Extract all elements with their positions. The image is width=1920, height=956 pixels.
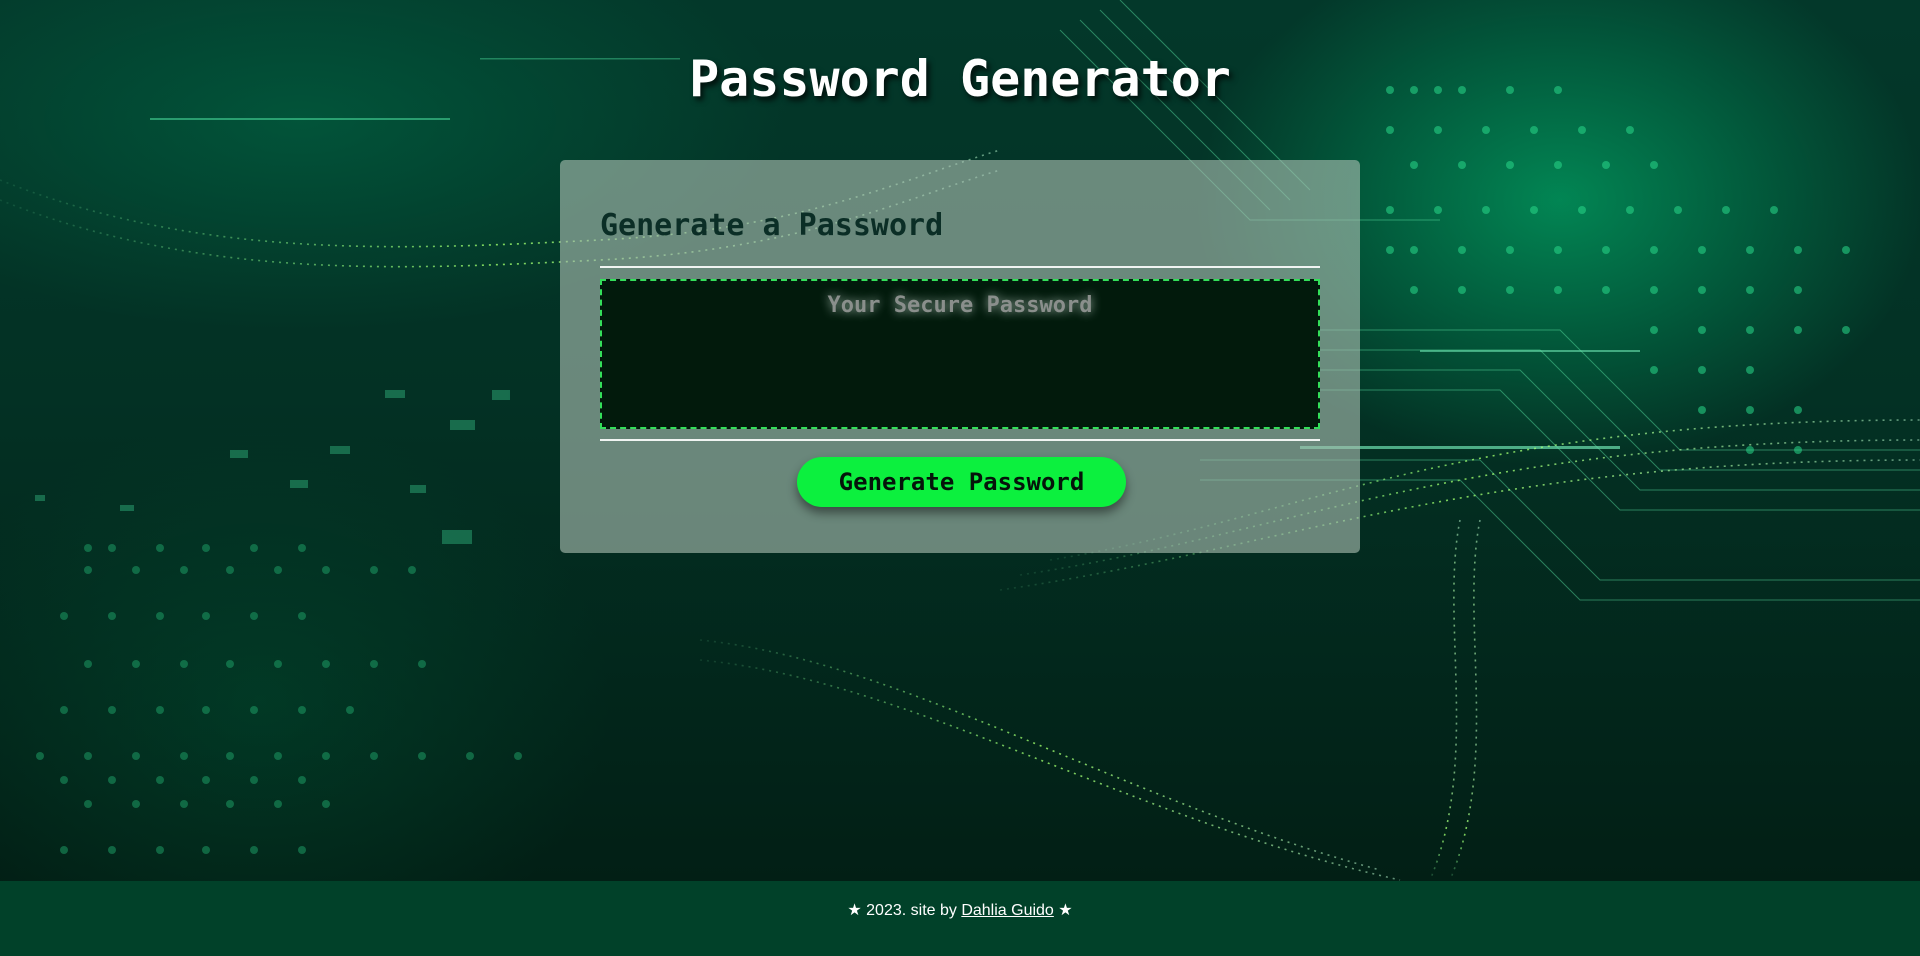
page-title: Password Generator [689,50,1231,108]
card-heading: Generate a Password [600,208,944,243]
author-link[interactable]: Dahlia Guido [961,902,1054,919]
card-footer-divider [600,439,1320,441]
generate-password-button[interactable]: Generate Password [797,457,1126,507]
password-output[interactable] [600,279,1320,429]
card-header: Generate a Password [600,208,1320,268]
site-footer: ★ 2023. site by Dahlia Guido ★ [0,881,1920,956]
password-card: Generate a Password Generate Password [560,160,1360,553]
footer-suffix: ★ [1053,902,1073,919]
footer-prefix: ★ 2023. site by [847,902,962,919]
